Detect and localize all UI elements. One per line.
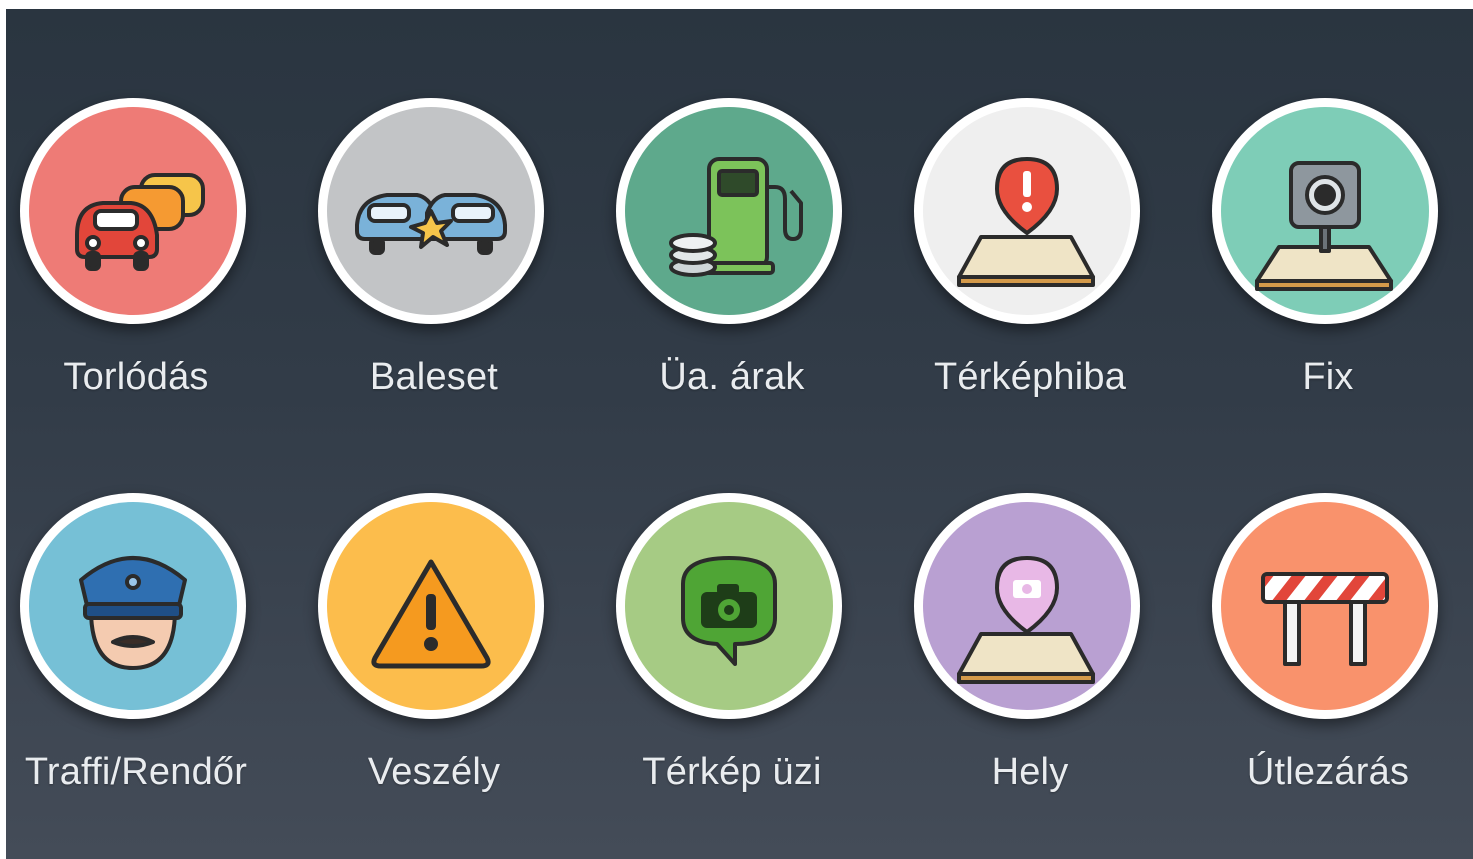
map-chat-icon [625, 502, 833, 710]
report-label-map-error: Térképhiba [933, 356, 1127, 398]
police-icon [29, 502, 237, 710]
road-closure-icon [1221, 502, 1429, 710]
report-item-accident[interactable]: Baleset [304, 98, 564, 438]
speed-camera-icon [1221, 107, 1429, 315]
report-item-map-chat[interactable]: Térkép üzi [602, 493, 862, 833]
report-button-police[interactable] [20, 493, 246, 719]
report-button-speed-camera[interactable] [1212, 98, 1438, 324]
traffic-jam-icon [29, 107, 237, 315]
report-item-gas-price[interactable]: Üa. árak [602, 98, 862, 438]
report-label-place: Hely [991, 751, 1069, 793]
report-label-speed-camera: Fix [1302, 356, 1354, 398]
report-label-police: Traffi/Rendőr [24, 751, 248, 793]
report-label-road-closure: Útlezárás [1246, 751, 1410, 793]
report-label-hazard: Veszély [367, 751, 501, 793]
report-button-place[interactable] [914, 493, 1140, 719]
report-button-gas-price[interactable] [616, 98, 842, 324]
report-button-traffic[interactable] [20, 98, 246, 324]
place-icon [923, 502, 1131, 710]
report-item-speed-camera[interactable]: Fix [1198, 98, 1458, 438]
report-button-hazard[interactable] [318, 493, 544, 719]
report-label-gas-price: Üa. árak [659, 356, 805, 398]
accident-icon [327, 107, 535, 315]
report-button-map-chat[interactable] [616, 493, 842, 719]
report-item-hazard[interactable]: Veszély [304, 493, 564, 833]
report-item-map-error[interactable]: Térképhiba [900, 98, 1160, 438]
report-button-accident[interactable] [318, 98, 544, 324]
report-item-police[interactable]: Traffi/Rendőr [6, 493, 266, 833]
hazard-icon [327, 502, 535, 710]
report-label-accident: Baleset [369, 356, 499, 398]
report-label-map-chat: Térkép üzi [642, 751, 822, 793]
report-item-road-closure[interactable]: Útlezárás [1198, 493, 1458, 833]
report-panel: Torlódás Baleset Üa. árak Térképhiba Fix… [6, 9, 1473, 859]
report-item-place[interactable]: Hely [900, 493, 1160, 833]
report-item-traffic[interactable]: Torlódás [6, 98, 266, 438]
map-error-icon [923, 107, 1131, 315]
report-button-road-closure[interactable] [1212, 493, 1438, 719]
report-button-map-error[interactable] [914, 98, 1140, 324]
gas-price-icon [625, 107, 833, 315]
report-label-traffic: Torlódás [63, 356, 209, 398]
